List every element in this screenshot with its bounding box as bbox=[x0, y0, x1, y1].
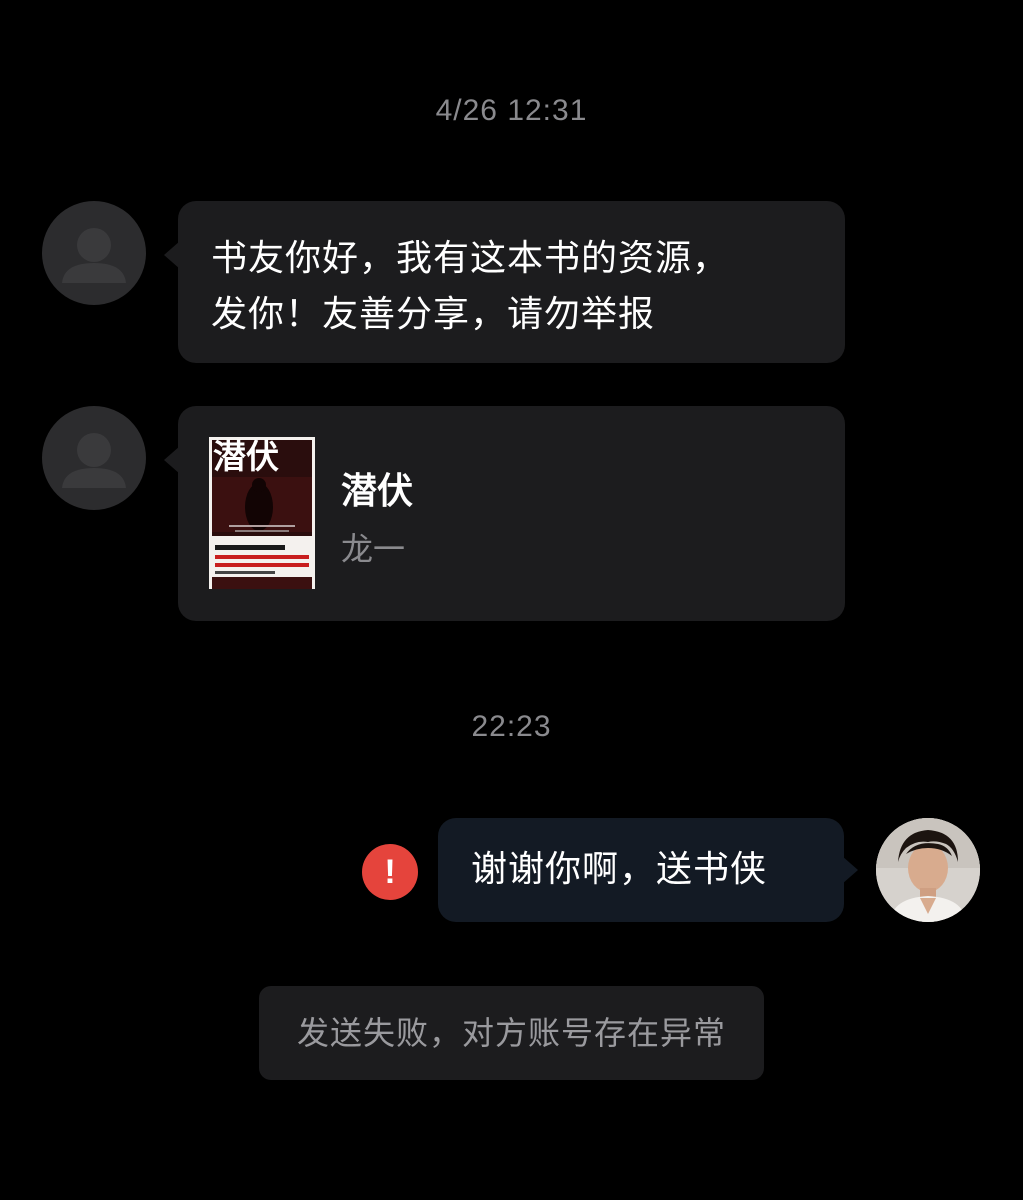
default-user-icon bbox=[62, 433, 126, 488]
contact-avatar[interactable] bbox=[42, 201, 146, 305]
incoming-message-bubble[interactable]: 书友你好，我有这本书的资源， 发你！友善分享，请勿举报 bbox=[164, 201, 845, 363]
book-cover-title: 潜伏 bbox=[213, 437, 279, 476]
default-user-icon bbox=[62, 228, 126, 283]
book-card-bubble[interactable]: 潜伏 潜伏 龙一 bbox=[164, 406, 845, 621]
book-cover-image[interactable]: 潜伏 bbox=[209, 437, 315, 589]
user-avatar[interactable] bbox=[876, 818, 980, 922]
book-author: 龙一 bbox=[341, 530, 406, 568]
outgoing-message-bubble[interactable]: 谢谢你啊，送书侠 bbox=[438, 818, 858, 922]
book-title: 潜伏 bbox=[341, 471, 414, 512]
message-text: 书友你好，我有这本书的资源， 发你！友善分享，请勿举报 bbox=[211, 231, 729, 343]
message-line: 发你！友善分享，请勿举报 bbox=[211, 294, 656, 335]
message-line: 书友你好，我有这本书的资源， bbox=[211, 238, 730, 279]
user-photo bbox=[876, 818, 980, 922]
timestamp: 22:23 bbox=[471, 710, 552, 743]
message-text: 谢谢你啊，送书侠 bbox=[471, 849, 768, 890]
contact-avatar[interactable] bbox=[42, 406, 146, 510]
exclamation-icon[interactable]: ! bbox=[362, 844, 418, 900]
timestamp: 4/26 12:31 bbox=[435, 94, 588, 127]
send-failed-notice: 发送失败，对方账号存在异常 bbox=[259, 986, 764, 1080]
